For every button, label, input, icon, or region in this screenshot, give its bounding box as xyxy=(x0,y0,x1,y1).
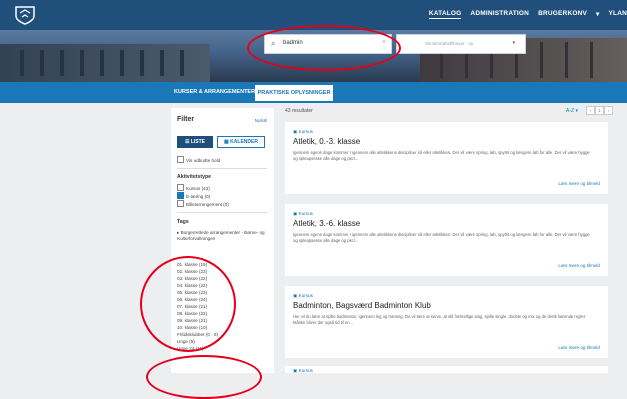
tag-parent[interactable]: ▸ Borgerrettede arrangementer - Børne- o… xyxy=(177,230,265,242)
checkbox-icon xyxy=(177,156,184,163)
read-more-link[interactable]: Læs mere og tilmeld xyxy=(558,263,600,268)
divider xyxy=(177,168,267,169)
pagination-page[interactable]: 1 xyxy=(595,106,604,115)
highlight-circle-youth xyxy=(146,355,262,399)
tags-heading: Tags xyxy=(177,219,189,225)
pagination-next[interactable]: › xyxy=(604,106,613,115)
activity-type-option[interactable]: Kursus (43) xyxy=(177,184,210,191)
chevron-down-icon: ▾ xyxy=(512,40,515,46)
reset-filter-link[interactable]: Nulstil xyxy=(255,118,267,123)
tab-practical-info[interactable]: PRAKTISKE OPLYSNINGER xyxy=(255,85,333,101)
sort-dropdown[interactable]: A-Z ▾ xyxy=(566,108,578,114)
result-card[interactable]: ▣ Kursus Badminton, Bagsværd Badminton K… xyxy=(285,286,608,358)
nav-user[interactable]: YLAN xyxy=(609,10,627,19)
result-card[interactable]: ▣ Kursus xyxy=(285,366,608,373)
calendar-view-button[interactable]: ▦ KALENDER xyxy=(217,136,265,148)
card-type: ▣ Kursus xyxy=(293,293,313,299)
card-type: ▣ Kursus xyxy=(293,211,313,217)
card-title[interactable]: Atletik, 0.-3. klasse xyxy=(293,137,360,146)
card-description: Igennem egens dage kommer I igennem alle… xyxy=(293,232,593,244)
read-more-link[interactable]: Læs mere og tilmeld xyxy=(558,345,600,350)
result-card[interactable]: ▣ Kursus Atletik, 3.-6. klasse Igennem e… xyxy=(285,204,608,276)
highlight-circle-search xyxy=(247,25,401,71)
activity-type-option[interactable]: E-læring (0) xyxy=(177,192,210,199)
category-dropdown[interactable]: Skoleforløbsfilhaver - ny ▾ xyxy=(396,34,526,54)
card-title[interactable]: Atletik, 3.-6. klasse xyxy=(293,219,360,228)
filter-title: Filter xyxy=(177,116,194,123)
nav-katalog[interactable]: KATALOG xyxy=(429,10,462,19)
pagination-prev[interactable]: ‹ xyxy=(586,106,595,115)
card-type: ▣ Kursus xyxy=(293,129,313,135)
only-available-checkbox[interactable]: Vis udbudte hold xyxy=(177,156,220,163)
dropdown-value: Skoleforløbsfilhaver - ny xyxy=(425,41,473,46)
highlight-circle-classes xyxy=(140,256,236,352)
card-title[interactable]: Badminton, Bagsværd Badminton Klub xyxy=(293,301,431,310)
checkbox-icon xyxy=(177,184,184,191)
nav-administration[interactable]: ADMINISTRATION xyxy=(470,10,529,19)
nav-dropdown-chevron-icon[interactable]: ▾ xyxy=(596,10,599,19)
activity-type-option[interactable]: Billetarrangement (0) xyxy=(177,200,229,207)
tab-courses[interactable]: KURSER & ARRANGEMENTER xyxy=(174,85,255,99)
main-nav: KATALOG ADMINISTRATION BRUGERKONV ▾ YLAN xyxy=(429,10,627,19)
card-description: Igennem egens dage kommer I igennem alle… xyxy=(293,150,593,162)
activity-type-heading: Aktivitetstype xyxy=(177,174,211,180)
card-type: ▣ Kursus xyxy=(293,368,313,374)
result-count: 43 resultater xyxy=(285,108,313,114)
list-view-button[interactable]: ☰ LISTE xyxy=(177,136,213,148)
checkbox-checked-icon xyxy=(177,192,184,199)
crest-logo-icon[interactable] xyxy=(14,5,36,25)
read-more-link[interactable]: Læs mere og tilmeld xyxy=(558,181,600,186)
result-card[interactable]: ▣ Kursus Atletik, 0.-3. klasse Igennem e… xyxy=(285,122,608,194)
divider xyxy=(177,212,267,213)
card-description: Her vil du lære at spille badminton, ige… xyxy=(293,314,593,326)
nav-brugerkonv[interactable]: BRUGERKONV xyxy=(538,10,587,19)
checkbox-icon xyxy=(177,200,184,207)
